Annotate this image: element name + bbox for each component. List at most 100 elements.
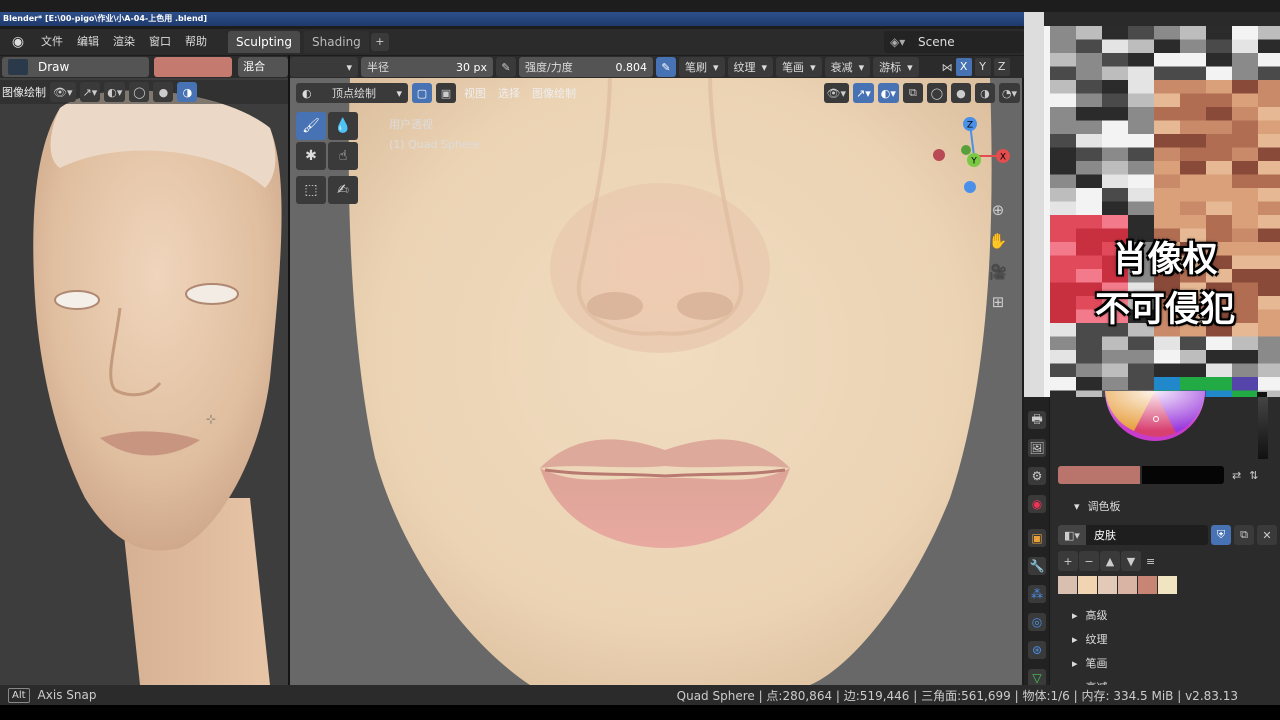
scene-tab-icon[interactable]: ⚙ [1028, 467, 1046, 485]
palette-panel-header[interactable]: ▾ 调色板 [1074, 498, 1121, 514]
palette-swatch[interactable] [1138, 576, 1157, 594]
stroke-panel-header[interactable]: ▸ 笔画 [1072, 655, 1108, 671]
navigation-gizmo[interactable]: X Z Y [930, 114, 1014, 198]
main-3d-viewport[interactable] [290, 78, 1022, 685]
render-tab-icon[interactable]: 🖼 [1028, 439, 1046, 457]
overlay-toggle-icon[interactable]: ◐▾ [877, 83, 899, 103]
scene-selector[interactable]: ◈▾ Scene [884, 31, 1024, 53]
menu-help[interactable]: 帮助 [178, 30, 214, 54]
fake-user-shield-icon[interactable]: ⛨ [1211, 525, 1231, 545]
menu-image-paint[interactable]: 图像绘制 [528, 85, 580, 101]
annotate-icon[interactable]: ✍ [328, 176, 358, 204]
camera-icon[interactable]: 🎥 [986, 260, 1010, 284]
wireframe-shading-icon[interactable]: ◯ [926, 83, 947, 103]
modifier-tab-icon[interactable]: 🔧 [1028, 557, 1046, 575]
secondary-color-swatch[interactable] [1142, 466, 1224, 484]
sort-icon[interactable]: ≡ [1146, 555, 1155, 568]
tab-shading[interactable]: Shading [304, 31, 369, 53]
tool-tab-icon[interactable]: 🖶 [1028, 411, 1046, 429]
constraints-tab-icon[interactable]: ⊛ [1028, 641, 1046, 659]
visibility-icon[interactable]: 👁▾ [823, 83, 849, 103]
falloff-menu[interactable]: 衰减 ▾ [824, 57, 871, 77]
zoom-icon[interactable]: ⊕ [986, 198, 1010, 222]
particles-tab-icon[interactable]: ⁂ [1028, 585, 1046, 603]
blur-brush-icon[interactable]: 💧 [328, 112, 358, 140]
gizmo-toggle-icon[interactable]: ↗▾ [853, 83, 874, 103]
radius-field[interactable]: 半径 30 px [361, 57, 493, 77]
wireframe-shading-icon[interactable]: ◯ [129, 82, 150, 102]
blend-mode-dropdown[interactable]: 混合 [238, 57, 288, 77]
palette-swatch[interactable] [1118, 576, 1137, 594]
palette-swatch[interactable] [1058, 576, 1077, 594]
tool-mode-dropdown[interactable]: ▾ [290, 57, 358, 77]
texture-pixel [1180, 188, 1206, 202]
box-select-icon[interactable]: ⬚ [296, 176, 326, 204]
physics-tab-icon[interactable]: ◎ [1028, 613, 1046, 631]
move-down-icon[interactable]: ▼ [1121, 551, 1141, 571]
pressure-strength-icon[interactable]: ✎ [656, 57, 676, 77]
texture-paint-viewport[interactable]: ⊹ [0, 78, 288, 685]
menu-file[interactable]: 文件 [34, 30, 70, 54]
move-up-icon[interactable]: ▲ [1100, 551, 1120, 571]
advanced-panel-header[interactable]: ▸ 高级 [1072, 607, 1108, 623]
solid-shading-icon[interactable]: ● [950, 83, 971, 103]
smear-brush-icon[interactable]: ☝ [328, 142, 358, 170]
color-eyedropper-icon[interactable]: ⇅ [1249, 469, 1258, 482]
menu-window[interactable]: 窗口 [142, 30, 178, 54]
axis-y-toggle[interactable]: Y [974, 58, 991, 76]
brightness-slider[interactable] [1258, 397, 1268, 459]
pressure-radius-icon[interactable]: ✎ [496, 57, 516, 77]
texture-panel-header[interactable]: ▸ 纹理 [1072, 631, 1108, 647]
average-brush-icon[interactable]: ✱ [296, 142, 326, 170]
visibility-icon[interactable]: 👁▾ [50, 82, 76, 102]
strength-field[interactable]: 强度/力度 0.804 [519, 57, 653, 77]
unlink-palette-icon[interactable]: ✕ [1257, 525, 1277, 545]
color-wheel[interactable] [1104, 389, 1206, 451]
swap-colors-icon[interactable]: ⇄ [1232, 469, 1241, 482]
blender-logo-icon[interactable]: ◉ [8, 32, 28, 52]
interaction-mode-dropdown[interactable]: ◐ 顶点绘制 ▾ [296, 83, 408, 103]
add-color-icon[interactable]: + [1058, 551, 1078, 571]
tab-sculpting[interactable]: Sculpting [228, 31, 301, 53]
texture-menu[interactable]: 纹理 ▾ [727, 57, 774, 77]
data-tab-icon[interactable]: ▽ [1028, 669, 1046, 685]
material-shading-icon[interactable]: ◑ [177, 82, 198, 102]
image-editor-texture[interactable]: 肖像权 不可侵犯 [1024, 12, 1280, 397]
menu-select[interactable]: 选择 [494, 85, 524, 101]
axis-z-toggle[interactable]: Z [993, 58, 1010, 76]
gizmo-icon[interactable]: ↗▾ [79, 82, 101, 102]
primary-color-swatch[interactable] [1058, 466, 1140, 484]
stroke-menu[interactable]: 笔画 ▾ [776, 57, 822, 77]
menu-view[interactable]: 视图 [460, 85, 490, 101]
remove-color-icon[interactable]: − [1079, 551, 1099, 571]
rendered-shading-icon[interactable]: ◔▾ [998, 83, 1020, 103]
solid-shading-icon[interactable]: ● [153, 82, 174, 102]
cursor-menu[interactable]: 游标 ▾ [873, 57, 919, 77]
vertex-mask-icon[interactable]: ▣ [436, 83, 456, 103]
face-mask-icon[interactable]: ▢ [412, 83, 432, 103]
palette-swatch[interactable] [1078, 576, 1097, 594]
perspective-grid-icon[interactable]: ⊞ [986, 290, 1010, 314]
image-paint-mode-label[interactable]: 图像绘制 [2, 84, 46, 100]
world-tab-icon[interactable]: ◉ [1028, 495, 1046, 513]
menu-edit[interactable]: 编辑 [70, 30, 106, 54]
palette-selector[interactable]: ◧▾ 皮肤 [1058, 525, 1208, 545]
object-tab-icon[interactable]: ▣ [1028, 529, 1046, 547]
palette-swatch[interactable] [1098, 576, 1117, 594]
texture-pixel [1076, 107, 1102, 121]
xray-icon[interactable]: ⧉ [902, 83, 923, 103]
brush-selector[interactable]: Draw [2, 57, 150, 77]
axis-x-toggle[interactable]: X [955, 58, 972, 76]
palette-swatch[interactable] [1158, 576, 1177, 594]
symmetry-icon[interactable]: ⋈ [942, 61, 953, 74]
material-shading-icon[interactable]: ◑ [974, 83, 995, 103]
add-workspace-button[interactable]: + [370, 33, 389, 51]
brush-color-swatch[interactable] [154, 57, 233, 77]
brush-menu[interactable]: 笔刷 ▾ [679, 57, 725, 77]
axis-gizmo-icon[interactable]: X Z Y [930, 114, 1014, 198]
draw-brush-icon[interactable]: 🖌 [296, 112, 326, 140]
pan-hand-icon[interactable]: ✋ [986, 229, 1010, 253]
menu-render[interactable]: 渲染 [106, 30, 142, 54]
duplicate-palette-icon[interactable]: ⧉ [1234, 525, 1254, 545]
overlay-icon[interactable]: ◐▾ [104, 82, 126, 102]
